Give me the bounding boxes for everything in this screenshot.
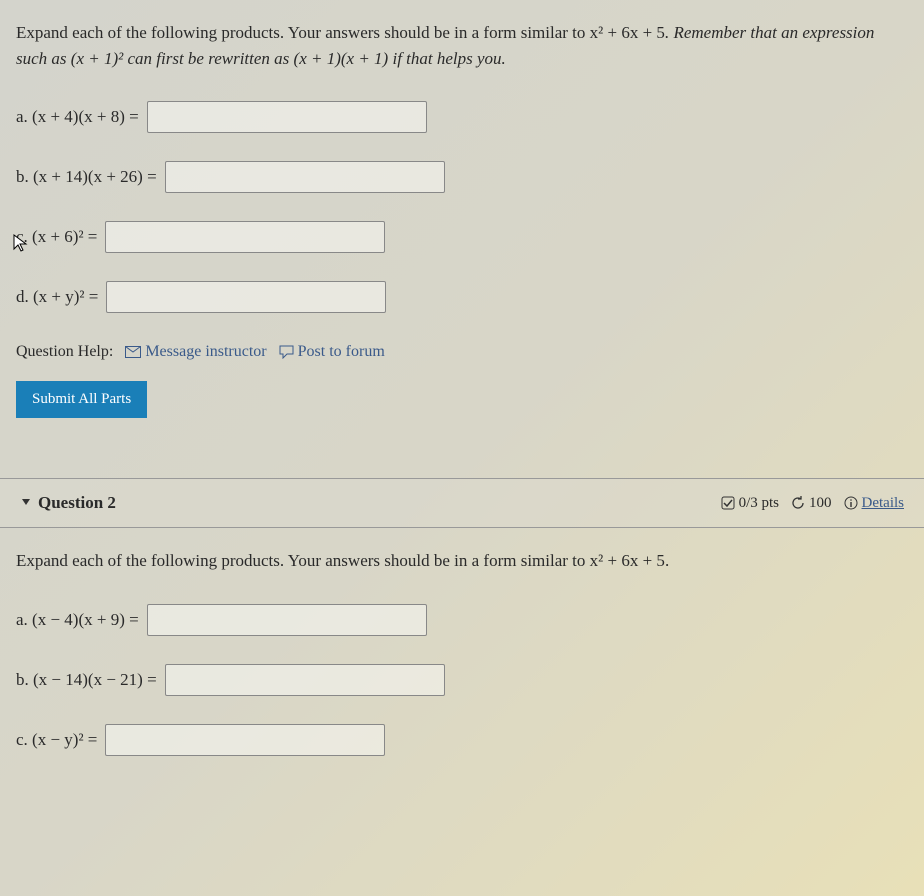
instructions-text: Expand each of the following products. Y… — [16, 551, 590, 570]
question-2-header: Question 2 0/3 pts 100 Details — [0, 478, 924, 528]
example-expression: x² + 6x + 5 — [590, 551, 665, 570]
details-link-wrapper[interactable]: Details — [844, 495, 905, 512]
instructions-text: Expand each of the following products. Y… — [16, 23, 590, 42]
problem-2b-label: b. (x − 14)(x − 21) = — [16, 670, 157, 690]
problem-c: c. (x + 6)² = — [16, 221, 908, 253]
example-expression: (x + 1)² — [71, 49, 123, 68]
example-expression: (x + 1)(x + 1) — [294, 49, 389, 68]
submit-all-parts-button[interactable]: Submit All Parts — [16, 381, 147, 418]
problem-2a-input[interactable] — [147, 604, 427, 636]
mail-icon — [125, 346, 141, 358]
problem-2c-label: c. (x − y)² = — [16, 730, 97, 750]
help-label: Question Help: — [16, 343, 113, 360]
question-1-content: Expand each of the following products. Y… — [0, 0, 924, 438]
problem-b-label: b. (x + 14)(x + 26) = — [16, 167, 157, 187]
chat-icon — [279, 345, 294, 359]
problem-2a: a. (x − 4)(x + 9) = — [16, 604, 908, 636]
problem-d: d. (x + y)² = — [16, 281, 908, 313]
message-instructor-link[interactable]: Message instructor — [125, 343, 270, 360]
problem-2c-input[interactable] — [105, 724, 385, 756]
question-1-instructions: Expand each of the following products. Y… — [16, 20, 908, 71]
problem-a-input[interactable] — [147, 101, 427, 133]
question-help-row: Question Help: Message instructor Post t… — [16, 343, 908, 361]
question-2-instructions: Expand each of the following products. Y… — [16, 548, 908, 574]
question-2-meta: 0/3 pts 100 Details — [721, 495, 904, 512]
post-forum-link[interactable]: Post to forum — [279, 343, 385, 360]
example-expression: x² + 6x + 5 — [590, 23, 665, 42]
problem-a: a. (x + 4)(x + 8) = — [16, 101, 908, 133]
problem-2c: c. (x − y)² = — [16, 724, 908, 756]
problem-a-label: a. (x + 4)(x + 8) = — [16, 107, 139, 127]
question-2-content: Expand each of the following products. Y… — [0, 528, 924, 804]
question-2-title[interactable]: Question 2 — [20, 493, 116, 513]
problem-2b-input[interactable] — [165, 664, 445, 696]
problem-b: b. (x + 14)(x + 26) = — [16, 161, 908, 193]
instructions-text: can first be rewritten as — [123, 49, 293, 68]
problem-d-label: d. (x + y)² = — [16, 287, 98, 307]
info-icon — [844, 496, 858, 510]
retries-display: 100 — [791, 495, 832, 512]
score-display: 0/3 pts — [721, 495, 779, 512]
check-icon — [721, 496, 735, 510]
problem-b-input[interactable] — [165, 161, 445, 193]
cursor-icon — [12, 233, 30, 260]
instructions-text: . — [665, 551, 669, 570]
problem-c-input[interactable] — [105, 221, 385, 253]
problem-2a-label: a. (x − 4)(x + 9) = — [16, 610, 139, 630]
problem-2b: b. (x − 14)(x − 21) = — [16, 664, 908, 696]
retry-icon — [791, 496, 805, 510]
problem-d-input[interactable] — [106, 281, 386, 313]
collapse-icon — [20, 493, 32, 513]
instructions-text: if that helps you. — [388, 49, 506, 68]
